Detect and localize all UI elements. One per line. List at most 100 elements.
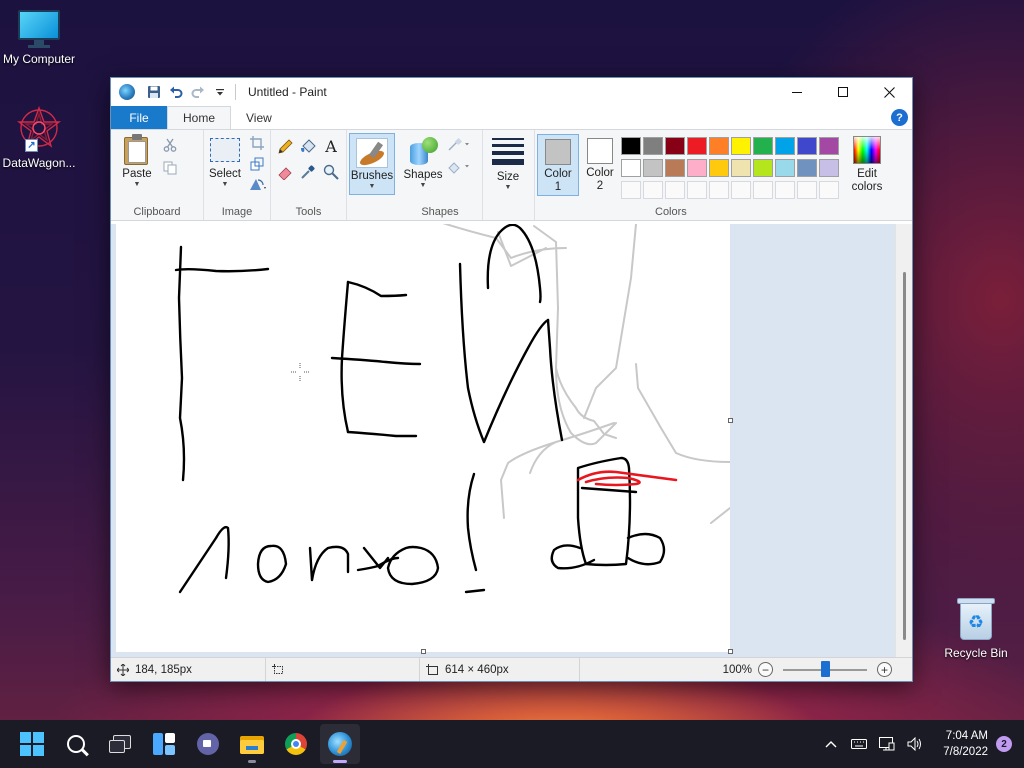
eraser-icon[interactable] [276, 163, 294, 181]
palette-swatch[interactable] [819, 137, 839, 155]
save-icon[interactable] [143, 81, 165, 103]
text-tool-icon[interactable]: A [322, 137, 340, 156]
palette-swatch-empty[interactable] [775, 181, 795, 199]
title-bar[interactable]: Untitled - Paint [111, 78, 912, 106]
fill-icon[interactable] [446, 158, 472, 176]
color-picker-icon[interactable] [299, 163, 317, 181]
fill-bucket-icon[interactable] [299, 138, 317, 156]
redo-icon[interactable] [187, 81, 209, 103]
windows-logo-icon [20, 732, 44, 756]
desktop-icon-label: Recycle Bin [944, 646, 1008, 660]
group-size: Size ▼ [483, 130, 535, 220]
edit-colors-button[interactable]: Edit colors [847, 134, 887, 194]
tab-home[interactable]: Home [167, 106, 232, 129]
group-label-clipboard: Clipboard [133, 206, 181, 218]
palette-swatch[interactable] [775, 137, 795, 155]
brushes-button[interactable]: Brushes ▼ [349, 133, 395, 195]
desktop-icon-my-computer[interactable]: My Computer [0, 10, 81, 66]
start-button[interactable] [12, 724, 52, 764]
volume-icon[interactable] [901, 730, 929, 758]
outline-icon[interactable] [446, 136, 472, 154]
paint-app-icon[interactable] [119, 84, 135, 100]
shapes-label: Shapes [403, 169, 443, 181]
select-button[interactable]: Select ▼ [206, 134, 244, 189]
scrollbar-thumb[interactable] [903, 272, 906, 640]
shapes-button[interactable]: Shapes ▼ [402, 134, 444, 190]
palette-swatch[interactable] [797, 159, 817, 177]
palette-swatch-empty[interactable] [643, 181, 663, 199]
rotate-icon[interactable] [248, 175, 270, 193]
task-view-button[interactable] [100, 724, 140, 764]
undo-icon[interactable] [165, 81, 187, 103]
minimize-button[interactable] [774, 78, 820, 106]
palette-swatch[interactable] [665, 159, 685, 177]
palette-swatch[interactable] [775, 159, 795, 177]
crosshair-cursor-icon [291, 363, 309, 381]
maximize-button[interactable] [820, 78, 866, 106]
desktop-icon-recycle-bin[interactable]: ♻ Recycle Bin [934, 596, 1018, 660]
palette-swatch[interactable] [709, 137, 729, 155]
chrome-button[interactable] [276, 724, 316, 764]
widgets-button[interactable] [144, 724, 184, 764]
zoom-slider[interactable] [783, 660, 867, 677]
network-icon[interactable] [873, 730, 901, 758]
tab-view[interactable]: View [231, 106, 287, 129]
palette-swatch[interactable] [621, 137, 641, 155]
vertical-scrollbar[interactable] [895, 224, 912, 659]
palette-swatch-empty[interactable] [731, 181, 751, 199]
zoom-out-button[interactable]: − [758, 662, 773, 677]
crop-icon[interactable] [248, 134, 266, 152]
palette-swatch[interactable] [687, 137, 707, 155]
palette-swatch[interactable] [621, 159, 641, 177]
palette-swatch-empty[interactable] [819, 181, 839, 199]
palette-swatch[interactable] [797, 137, 817, 155]
search-button[interactable] [56, 724, 96, 764]
palette-swatch[interactable] [731, 159, 751, 177]
palette-swatch-empty[interactable] [621, 181, 641, 199]
resize-icon[interactable] [248, 155, 266, 173]
palette-swatch-empty[interactable] [665, 181, 685, 199]
select-label: Select [209, 168, 241, 180]
zoom-slider-thumb[interactable] [821, 660, 830, 677]
magnifier-icon[interactable] [322, 163, 340, 181]
paint-taskbar-button[interactable] [320, 724, 360, 764]
color-2-button[interactable]: Color 2 [579, 134, 621, 196]
palette-swatch[interactable] [753, 159, 773, 177]
resize-handle-bottom[interactable] [421, 649, 426, 654]
palette-swatch[interactable] [665, 137, 685, 155]
ink-strokes [174, 224, 666, 594]
chevron-down-icon: ▼ [368, 183, 376, 190]
palette-swatch[interactable] [709, 159, 729, 177]
palette-swatch-empty[interactable] [753, 181, 773, 199]
notification-badge[interactable]: 2 [996, 736, 1012, 752]
tab-file[interactable]: File [111, 106, 167, 129]
clock[interactable]: 7:04 AM 7/8/2022 [943, 728, 988, 760]
close-button[interactable] [866, 78, 912, 106]
keyboard-icon[interactable] [845, 730, 873, 758]
copy-icon[interactable] [161, 159, 179, 177]
desktop-icon-datawagon[interactable]: ↗ DataWagon... [0, 104, 81, 170]
pencil-icon[interactable] [276, 138, 294, 156]
palette-swatch[interactable] [687, 159, 707, 177]
customize-quick-access-icon[interactable] [209, 81, 231, 103]
palette-swatch[interactable] [731, 137, 751, 155]
drawing-canvas[interactable] [116, 224, 733, 654]
palette-swatch-empty[interactable] [687, 181, 707, 199]
palette-swatch-empty[interactable] [797, 181, 817, 199]
palette-swatch[interactable] [753, 137, 773, 155]
chat-button[interactable] [188, 724, 228, 764]
show-hidden-icons-button[interactable] [817, 730, 845, 758]
palette-swatch-empty[interactable] [709, 181, 729, 199]
help-button[interactable]: ? [891, 109, 908, 126]
palette-swatch[interactable] [819, 159, 839, 177]
size-button[interactable]: Size ▼ [487, 132, 529, 192]
paste-button[interactable]: Paste ▼ [119, 134, 155, 189]
color-1-button[interactable]: Color 1 [537, 134, 579, 196]
zoom-in-button[interactable]: + [877, 662, 892, 677]
palette-swatch[interactable] [643, 137, 663, 155]
resize-handle-corner[interactable] [728, 649, 733, 654]
file-explorer-button[interactable] [232, 724, 272, 764]
resize-handle-right[interactable] [728, 418, 733, 423]
palette-swatch[interactable] [643, 159, 663, 177]
cut-icon[interactable] [161, 136, 179, 154]
